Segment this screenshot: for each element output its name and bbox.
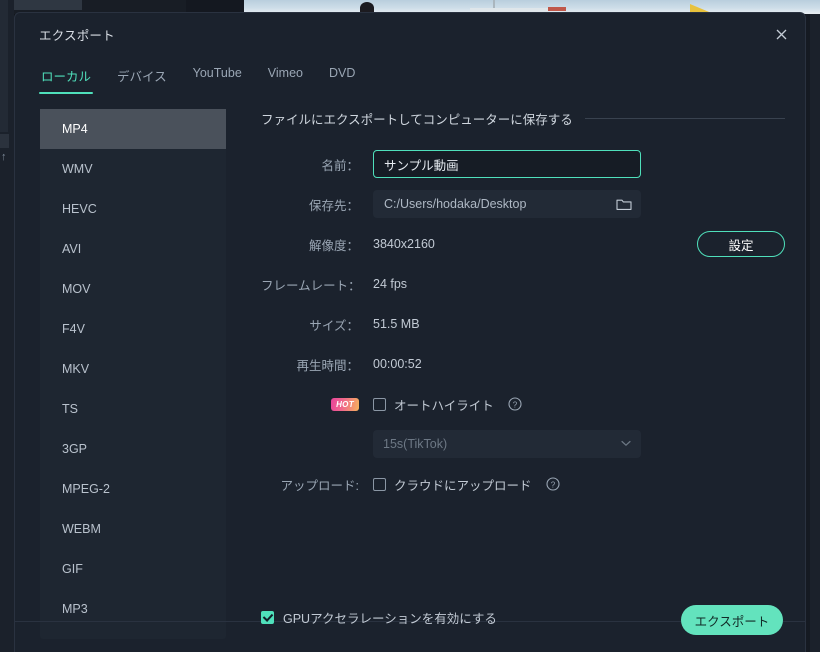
chevron-down-icon[interactable] [621,439,631,449]
hot-badge-slot: HOT [261,397,373,411]
format-item-hevc[interactable]: HEVC [40,189,226,229]
framerate-value: 24 fps [373,277,408,291]
tab-local[interactable]: ローカル [39,63,94,94]
format-item-mp4[interactable]: MP4 [40,109,226,149]
format-item-avi[interactable]: AVI [40,229,226,269]
tab-youtube[interactable]: YouTube [191,63,244,94]
backdrop-right-strip [810,14,820,652]
name-row: 名前： [261,150,785,178]
help-icon-cloud-upload[interactable]: ? [545,477,560,491]
folder-icon[interactable] [616,197,632,211]
section-heading-text: ファイルにエクスポートしてコンピューターに保存する [261,113,573,127]
export-settings-panel: ファイルにエクスポートしてコンピューターに保存する 名前： 保存先： C:/Us… [261,109,785,510]
gpu-acceleration-checkbox-box[interactable] [261,611,274,624]
resolution-label: 解像度： [308,238,359,253]
format-item-mov[interactable]: MOV [40,269,226,309]
duration-label: 再生時間： [296,358,359,373]
dialog-title: エクスポート [39,29,115,43]
framerate-label: フレームレート： [261,278,361,293]
backdrop-left-panel-2 [0,134,9,148]
export-dialog: エクスポート ローカル デバイス YouTube Vimeo DVD MP4 W… [14,12,806,652]
size-value: 51.5 MB [373,317,420,331]
help-icon-auto-highlight[interactable]: ? [508,397,522,411]
format-item-mp3[interactable]: MP3 [40,589,226,629]
size-label: サイズ： [309,318,359,333]
auto-highlight-label: オートハイライト [394,398,494,413]
tab-vimeo[interactable]: Vimeo [266,63,305,94]
auto-highlight-checkbox[interactable]: オートハイライト [373,395,494,414]
close-icon[interactable] [767,21,795,47]
gpu-acceleration-label: GPUアクセラレーションを有効にする [283,612,497,626]
section-heading: ファイルにエクスポートしてコンピューターに保存する [261,109,785,128]
size-row: サイズ： 51.5 MB [261,310,785,338]
backdrop-left-panel [0,0,8,132]
format-item-wmv[interactable]: WMV [40,149,226,189]
backdrop-arrow-icon: ↑ [1,151,7,163]
backdrop-preview-boat-accent [548,7,566,11]
tab-dvd[interactable]: DVD [327,63,357,94]
svg-text:?: ? [550,480,555,489]
export-button[interactable]: エクスポート [681,605,783,635]
hot-badge: HOT [331,397,359,411]
dialog-titlebar: エクスポート [15,13,805,51]
duration-value: 00:00:52 [373,357,422,371]
auto-highlight-row: HOT オートハイライト ? [261,390,785,418]
tab-device[interactable]: デバイス [115,63,169,94]
highlight-duration-row: 15s(TikTok) [261,430,785,458]
duration-row: 再生時間： 00:00:52 [261,350,785,378]
cloud-upload-checkbox-box[interactable] [373,477,386,491]
framerate-row: フレームレート： 24 fps [261,270,785,298]
format-item-mkv[interactable]: MKV [40,349,226,389]
format-item-gif[interactable]: GIF [40,549,226,589]
name-input[interactable] [373,150,641,178]
upload-row: アップロード: クラウドにアップロード ? [261,470,785,498]
destination-path-text: C:/Users/hodaka/Desktop [384,197,527,211]
resolution-row: 解像度： 3840x2160 設定 [261,230,785,258]
cloud-upload-label: クラウドにアップロード [394,478,532,493]
destination-path-field[interactable]: C:/Users/hodaka/Desktop [373,190,641,218]
gpu-acceleration-checkbox[interactable]: GPUアクセラレーションを有効にする [261,608,497,627]
upload-label: アップロード: [280,478,359,493]
destination-label: 保存先： [308,198,359,213]
format-item-webm[interactable]: WEBM [40,509,226,549]
auto-highlight-checkbox-box[interactable] [373,397,386,411]
backdrop-toolbar-block-left [10,0,82,10]
format-item-ts[interactable]: TS [40,389,226,429]
format-list: MP4 WMV HEVC AVI MOV F4V MKV TS 3GP MPEG… [40,109,226,639]
cloud-upload-checkbox[interactable]: クラウドにアップロード [373,475,532,494]
settings-button[interactable]: 設定 [697,231,785,257]
svg-text:?: ? [513,400,518,409]
highlight-duration-value: 15s(TikTok) [383,437,448,451]
section-heading-rule [584,118,785,119]
format-item-mpeg2[interactable]: MPEG-2 [40,469,226,509]
name-label: 名前： [321,158,359,173]
format-item-3gp[interactable]: 3GP [40,429,226,469]
format-item-f4v[interactable]: F4V [40,309,226,349]
highlight-duration-select[interactable]: 15s(TikTok) [373,430,641,458]
destination-row: 保存先： C:/Users/hodaka/Desktop [261,190,785,218]
export-target-tabs: ローカル デバイス YouTube Vimeo DVD [39,63,357,94]
resolution-value: 3840x2160 [373,237,435,251]
